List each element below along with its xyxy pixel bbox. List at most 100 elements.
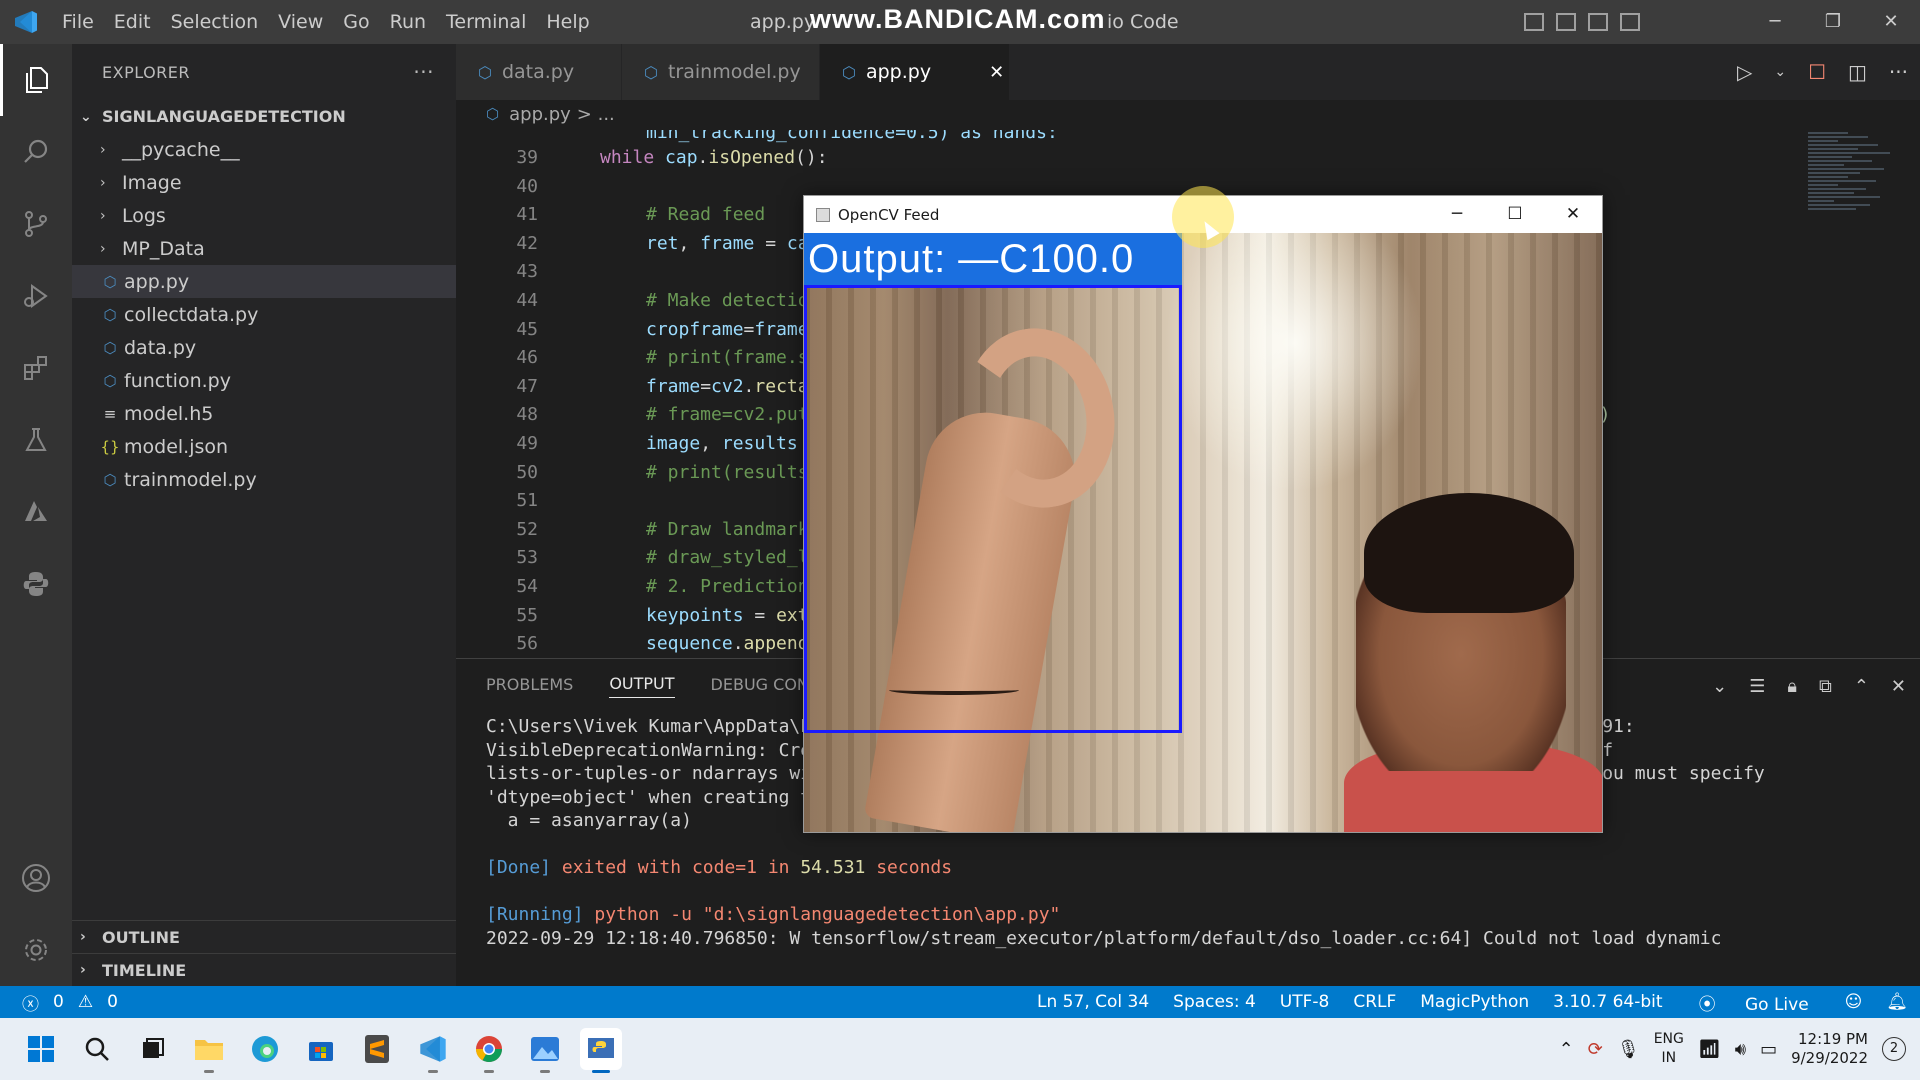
customize-layout-icon[interactable] [1620, 13, 1640, 31]
stop-icon[interactable]: ☐ [1808, 60, 1826, 84]
search-icon[interactable] [76, 1028, 118, 1070]
file-item[interactable]: {} model.json [72, 430, 456, 463]
menu-view[interactable]: View [268, 0, 333, 44]
language-indicator[interactable]: ENG IN [1654, 1030, 1684, 1068]
minimap[interactable] [1808, 130, 1898, 330]
settings-gear-icon[interactable] [0, 914, 72, 986]
folder-item[interactable]: › MP_Data [72, 232, 456, 265]
folder-label: Image [122, 171, 182, 194]
more-actions-button[interactable]: ··· [413, 60, 434, 84]
search-icon[interactable] [0, 116, 72, 188]
menu-edit[interactable]: Edit [104, 0, 161, 44]
line-ending[interactable]: CRLF [1341, 992, 1408, 1012]
panel-tab-problems[interactable]: PROBLEMS [486, 675, 573, 698]
opencv-minimize-button[interactable]: ─ [1428, 196, 1486, 233]
code-text: # Read feed [646, 204, 766, 226]
opencv-close-button[interactable]: ✕ [1544, 196, 1602, 233]
close-tab-icon[interactable]: ✕ [989, 62, 1004, 83]
windows-taskbar: ⌃ ⟳ 🎙︎ ENG IN 📶︎ 🔊︎ ▭ 12:19 PM 9/29/2022… [0, 1018, 1920, 1080]
folder-item[interactable]: › Image [72, 166, 456, 199]
project-folder-header[interactable]: ⌄ SIGNLANGUAGEDETECTION [72, 100, 456, 133]
azure-icon[interactable] [0, 476, 72, 548]
cursor-position[interactable]: Ln 57, Col 34 [1025, 992, 1161, 1012]
file-item[interactable]: ⬡ app.py [72, 265, 456, 298]
menu-help[interactable]: Help [536, 0, 599, 44]
edge-icon[interactable] [244, 1028, 286, 1070]
file-explorer-icon[interactable] [188, 1028, 230, 1073]
start-icon[interactable] [20, 1028, 62, 1070]
go-live-button[interactable]: ⦿ Go Live [1675, 990, 1833, 1015]
close-window-button[interactable]: ✕ [1862, 0, 1920, 44]
python-window-icon[interactable] [580, 1028, 622, 1073]
menu-file[interactable]: File [52, 0, 104, 44]
source-control-icon[interactable] [0, 188, 72, 260]
file-item[interactable]: ⬡ collectdata.py [72, 298, 456, 331]
testing-icon[interactable] [0, 404, 72, 476]
file-item[interactable]: ⬡ trainmodel.py [72, 463, 456, 496]
maximize-panel-icon[interactable]: ⌃ [1854, 676, 1869, 697]
file-item[interactable]: ≡ model.h5 [72, 397, 456, 430]
python-interpreter[interactable]: 3.10.7 64-bit [1541, 992, 1674, 1012]
file-item[interactable]: ⬡ data.py [72, 331, 456, 364]
menu-selection[interactable]: Selection [161, 0, 269, 44]
opencv-window[interactable]: OpenCV Feed ─ ☐ ✕ Output: —C100.0 [803, 195, 1603, 833]
microphone-icon[interactable]: 🎙︎ [1617, 1039, 1640, 1060]
breadcrumb-file[interactable]: app.py [509, 104, 571, 125]
explorer-icon[interactable] [0, 44, 72, 116]
battery-icon[interactable]: ▭ [1760, 1039, 1777, 1060]
run-debug-icon[interactable] [0, 260, 72, 332]
photos-icon[interactable] [524, 1028, 566, 1073]
restore-button[interactable]: ❐ [1804, 0, 1862, 44]
tab-data-py[interactable]: ⬡ data.py [456, 44, 622, 100]
sync-icon[interactable]: ⟳ [1588, 1039, 1603, 1060]
store-icon[interactable] [300, 1028, 342, 1070]
clear-output-icon[interactable]: ☰ [1749, 676, 1765, 697]
split-editor-icon[interactable]: ◫ [1848, 60, 1867, 84]
sublime-icon[interactable] [356, 1028, 398, 1070]
toggle-secondary-sidebar-icon[interactable] [1588, 13, 1608, 31]
clock[interactable]: 12:19 PM 9/29/2022 [1791, 1030, 1868, 1068]
minimize-button[interactable]: ─ [1746, 0, 1804, 44]
language-mode[interactable]: MagicPython [1408, 992, 1541, 1012]
breadcrumb-rest[interactable]: > ... [577, 104, 615, 125]
status-problems[interactable]: ⓧ 0 ⚠ 0 [0, 990, 118, 1015]
timeline-section[interactable]: › TIMELINE [72, 953, 456, 986]
volume-icon[interactable]: 🔊︎ [1735, 1039, 1746, 1060]
outline-section[interactable]: › OUTLINE [72, 920, 456, 953]
open-in-editor-icon[interactable]: ⧉ [1819, 676, 1832, 697]
task-view-icon[interactable] [132, 1028, 174, 1070]
file-item[interactable]: ⬡ function.py [72, 364, 456, 397]
toggle-primary-sidebar-icon[interactable] [1524, 13, 1544, 31]
folder-item[interactable]: › Logs [72, 199, 456, 232]
tab-app-py[interactable]: ⬡ app.py ✕ [820, 44, 1010, 100]
extensions-icon[interactable] [0, 332, 72, 404]
notifications-bell-icon[interactable]: 🔔︎ [1874, 992, 1920, 1012]
encoding[interactable]: UTF-8 [1268, 992, 1342, 1012]
opencv-maximize-button[interactable]: ☐ [1486, 196, 1544, 233]
indentation[interactable]: Spaces: 4 [1161, 992, 1268, 1012]
toggle-panel-icon[interactable] [1556, 13, 1576, 31]
run-python-file-icon[interactable]: ▷ [1737, 60, 1752, 84]
tab-trainmodel-py[interactable]: ⬡ trainmodel.py [622, 44, 820, 100]
line-number: 51 [516, 490, 538, 512]
notification-count-badge[interactable]: 2 [1882, 1037, 1906, 1061]
vscode-icon[interactable] [412, 1028, 454, 1073]
chevron-down-icon[interactable]: ⌄ [1712, 676, 1727, 697]
error-count: 0 [53, 992, 64, 1012]
menu-go[interactable]: Go [333, 0, 379, 44]
show-hidden-icons-icon[interactable]: ⌃ [1559, 1039, 1574, 1060]
chevron-down-icon[interactable]: ⌄ [1774, 64, 1786, 80]
wifi-icon[interactable]: 📶︎ [1698, 1039, 1721, 1060]
chrome-icon[interactable] [468, 1028, 510, 1073]
more-actions-icon[interactable]: ··· [1889, 60, 1908, 84]
account-icon[interactable] [0, 842, 72, 914]
panel-tab-output[interactable]: OUTPUT [609, 674, 675, 698]
menu-run[interactable]: Run [380, 0, 436, 44]
close-panel-icon[interactable]: ✕ [1891, 676, 1906, 697]
lock-scroll-icon[interactable]: 🔒︎ [1787, 676, 1797, 697]
feedback-icon[interactable]: ☺ [1833, 992, 1875, 1012]
folder-item[interactable]: › __pycache__ [72, 133, 456, 166]
menu-terminal[interactable]: Terminal [436, 0, 536, 44]
python-icon[interactable] [0, 548, 72, 620]
